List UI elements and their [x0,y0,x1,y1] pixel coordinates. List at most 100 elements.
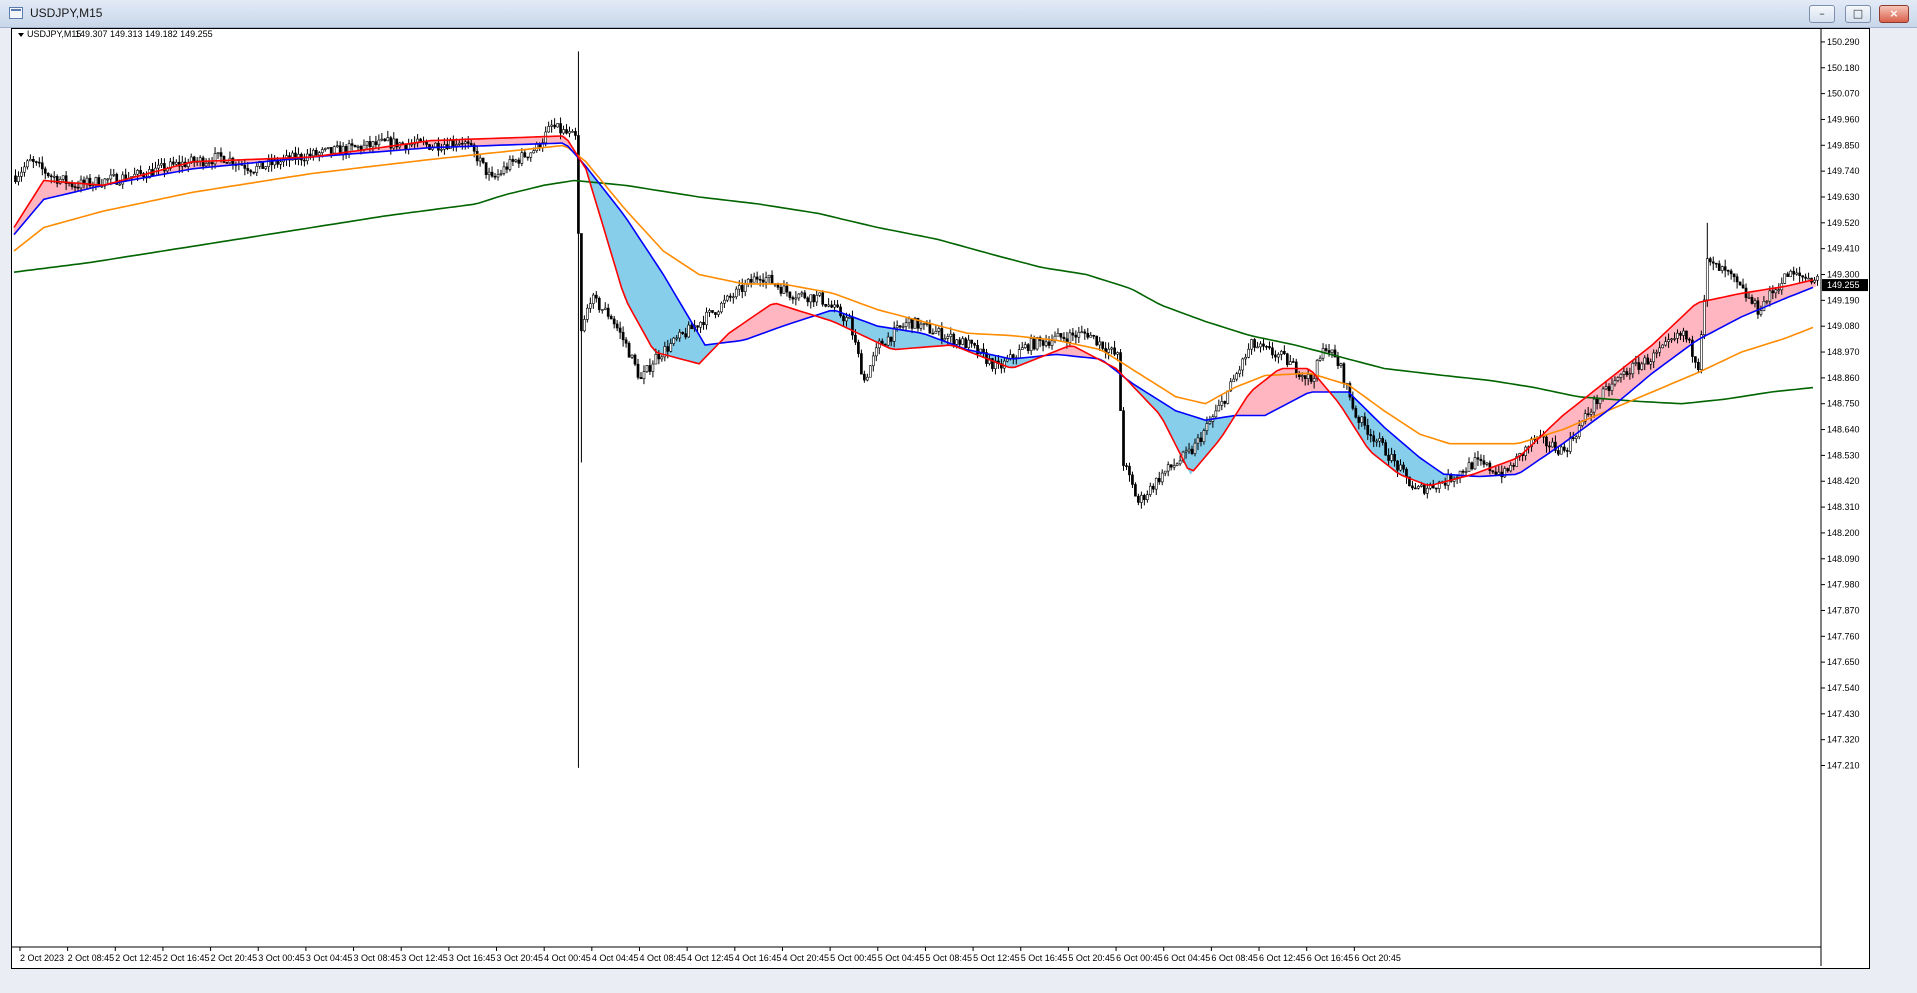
candle [1708,256,1712,266]
time-axis: 2 Oct 2023 2 Oct 08:45 2 Oct 12:45 2 Oct 16… [12,946,1821,963]
candle [863,370,866,383]
candle [749,273,753,288]
time-tick-label: 6 Oct 00:45 [1116,953,1163,963]
candle [1125,462,1128,471]
cloud-segment [674,293,679,359]
close-button[interactable]: × [1879,5,1909,23]
candle [1256,341,1259,349]
candle [1783,273,1787,285]
cloud-segment [1663,330,1668,365]
candle [407,138,411,155]
candle [1178,455,1182,466]
candle [273,155,276,169]
minimize-button[interactable]: – [1809,5,1835,23]
candle [586,304,589,323]
candle [1476,450,1480,466]
cloud-segment [517,137,521,145]
candle [1244,353,1247,366]
cloud-segment [1184,413,1188,469]
candle [1241,357,1244,377]
candle [868,365,872,378]
cloud-segment [1425,461,1430,487]
candle [1816,274,1819,286]
cloud-segment [481,138,485,147]
current-price-label: 149.255 [1827,280,1860,290]
cloud-segment [752,314,756,338]
candle [1092,334,1096,340]
price-tick-label: 149.520 [1827,218,1860,228]
time-tick-label: 3 Oct 20:45 [497,953,544,963]
chart-area[interactable]: 150.290 150.180 150.070 149.960 149.850 149.7… [11,28,1870,969]
time-tick-label: 2 Oct 2023 [20,953,64,963]
candle [1268,341,1271,350]
candle [600,309,604,314]
maximize-button[interactable]: □ [1845,5,1871,23]
price-tick-label: 147.980 [1827,580,1860,590]
candle [252,171,256,175]
price-tick-label: 150.070 [1827,89,1860,99]
price-tick-label: 149.740 [1827,166,1860,176]
candle [589,297,592,313]
cloud-segment [1729,294,1733,324]
cloud-segment [61,181,65,196]
cloud-segment [46,180,50,199]
price-tick-label: 148.640 [1827,425,1860,435]
cloud-segment [1723,296,1727,327]
candle [1020,341,1024,350]
window-title-bar[interactable]: USDJPY,M15 – □ × [0,0,1917,28]
candle [1732,273,1736,283]
candle [797,292,801,301]
candle [794,291,798,306]
candle [934,324,938,334]
candle [1318,355,1322,362]
candle [270,153,273,172]
cloud-segment [895,328,899,350]
candle [1705,222,1709,307]
candle [597,296,601,313]
cloud-segment [499,137,503,146]
candle [711,310,714,314]
cloud-segment [874,324,879,344]
candle [648,358,652,375]
cloud-segment [511,137,515,146]
candle [1565,447,1569,458]
collapse-triangle-icon[interactable] [18,33,24,37]
candle [1140,491,1143,509]
candle [1795,268,1799,276]
candle [1417,484,1420,490]
candle [1339,362,1343,368]
price-tick-label: 149.300 [1827,270,1860,280]
candle [1223,400,1227,408]
candle [1729,268,1733,280]
candle [14,169,17,184]
candle [922,322,926,331]
candle [335,140,339,148]
candle [1137,493,1140,506]
candle [255,162,259,177]
candle [1238,365,1242,378]
cloud-segment [1711,298,1716,333]
candle [1288,355,1292,366]
candle [1280,349,1283,361]
cloud-segment [1264,377,1269,416]
candle [1160,469,1164,486]
price-chart[interactable]: 150.290 150.180 150.070 149.960 149.850 149.7… [12,29,1869,968]
price-tick-label: 147.210 [1827,761,1860,771]
cloud-segment [871,323,876,342]
ma-medium-line [13,144,1814,445]
candle [871,351,875,372]
price-tick-label: 148.530 [1827,450,1860,460]
cloud-segment [925,333,929,348]
candle [717,310,720,318]
candle [660,354,664,362]
candle [392,132,396,151]
candle [857,339,860,358]
candle [1485,461,1489,467]
time-tick-label: 5 Oct 12:45 [973,953,1020,963]
candle [451,135,455,152]
candle [1074,330,1078,344]
candle [1473,452,1477,470]
candle [731,292,735,304]
time-tick-label: 5 Oct 00:45 [830,953,877,963]
candle [1050,334,1054,350]
